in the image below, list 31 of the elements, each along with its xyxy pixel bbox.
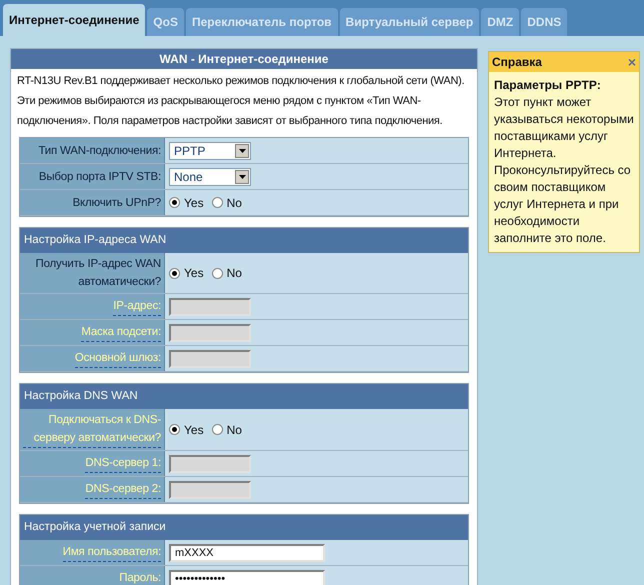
field-label: Выбор порта IPTV STB: xyxy=(38,170,161,184)
field-label: Включить UPnP? xyxy=(72,196,161,210)
panel-title: WAN - Интернет-соединение xyxy=(11,49,477,69)
help-title: Справка xyxy=(492,54,542,71)
tab[interactable]: DMZ xyxy=(481,8,520,36)
field-label: Получить IP-адрес WAN автоматически? xyxy=(34,257,161,290)
section-header: Настройка IP-адреса WAN xyxy=(20,228,468,253)
radio-option[interactable]: No xyxy=(212,420,242,438)
help-heading: Параметры PPTP: xyxy=(494,77,602,94)
dropdown[interactable]: PPTP xyxy=(169,142,251,160)
section-header: Настройка DNS WAN xyxy=(20,384,468,409)
radio-option[interactable]: Yes xyxy=(169,264,204,282)
caret-icon xyxy=(235,170,249,184)
tab[interactable]: QoS xyxy=(147,8,184,36)
radio-option[interactable]: No xyxy=(212,264,242,282)
field-label: Тип WAN-подключения: xyxy=(38,144,161,158)
tab[interactable]: Переключатель портов xyxy=(186,8,338,36)
tab[interactable]: Интернет-соединение xyxy=(3,4,146,36)
section-header: Настройка учетной записи xyxy=(20,515,468,540)
caret-icon xyxy=(235,144,249,158)
help-text: Этот пункт может указываться некоторыми поставщиками услуг Интернета. Проконсультируйтесь со своим поставщиком услуг Интернета и при необходимости заполните это поле. xyxy=(494,94,634,247)
input-field[interactable]: ••••••••••••• xyxy=(169,570,325,585)
input-field[interactable]: mXXXX xyxy=(169,544,325,562)
radio-option[interactable]: Yes xyxy=(169,420,204,438)
close-button[interactable]: × xyxy=(628,55,636,69)
tab[interactable]: Виртуальный сервер xyxy=(340,8,480,36)
tab[interactable]: DDNS xyxy=(521,8,568,36)
radio-option[interactable]: Yes xyxy=(169,194,204,212)
radio-option[interactable]: No xyxy=(212,194,242,212)
description: RT-N13U Rev.B1 поддерживает несколько режимов подключения к глобальной сети (WAN). Эти режимов выбираются из раскрывающегося меню рядом с пунктом «Тип WAN-подключения». Поля параметров настройки зависят от выбранного типа подключения. xyxy=(16,74,466,129)
dropdown[interactable]: None xyxy=(169,168,251,186)
